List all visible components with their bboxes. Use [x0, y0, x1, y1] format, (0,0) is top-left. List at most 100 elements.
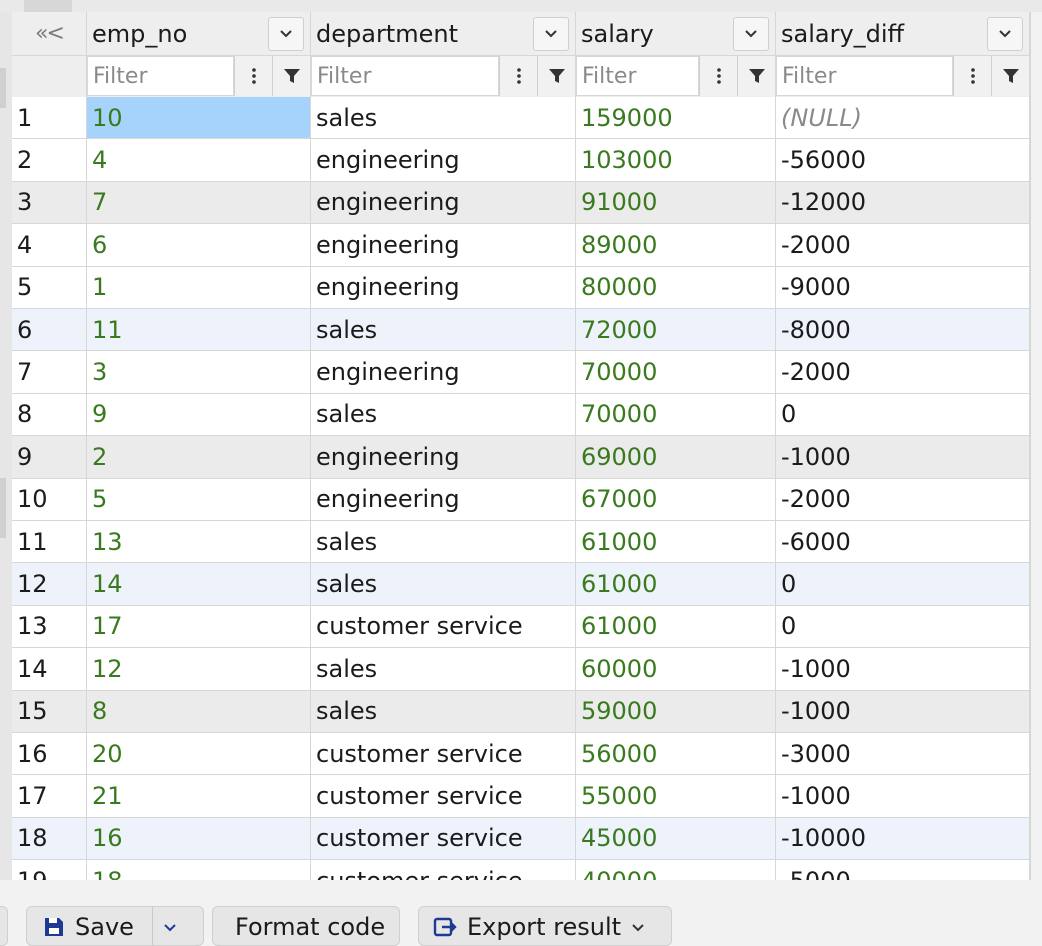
cell-emp-no[interactable]: 10	[87, 97, 311, 140]
cell-department[interactable]: sales	[311, 309, 576, 352]
row-number[interactable]: 5	[12, 266, 87, 309]
cell-emp-no[interactable]: 17	[87, 605, 311, 649]
cell-emp-no[interactable]: 6	[87, 224, 311, 267]
cell-salary-diff[interactable]: 0	[776, 605, 1030, 649]
table-row[interactable]: 8 9 sales 70000 0	[12, 393, 1030, 437]
filter-options-button[interactable]	[953, 56, 991, 96]
cell-emp-no[interactable]: 2	[87, 436, 311, 479]
row-number[interactable]: 11	[12, 521, 87, 564]
row-number[interactable]: 3	[12, 181, 87, 225]
row-number[interactable]: 15	[12, 690, 87, 733]
cell-salary-diff[interactable]: -6000	[776, 521, 1030, 564]
toolbar-partial-button[interactable]	[0, 906, 8, 946]
row-number[interactable]: 6	[12, 309, 87, 352]
row-number[interactable]: 12	[12, 563, 87, 606]
cell-emp-no[interactable]: 5	[87, 478, 311, 521]
cell-salary-diff[interactable]: -56000	[776, 139, 1030, 182]
cell-emp-no[interactable]: 13	[87, 521, 311, 564]
cell-department[interactable]: engineering	[311, 478, 576, 521]
cell-department[interactable]: engineering	[311, 139, 576, 182]
column-menu-button[interactable]	[987, 17, 1023, 51]
table-row[interactable]: 17 21 customer service 55000 -1000	[12, 775, 1030, 818]
column-header-emp-no[interactable]: emp_no	[87, 12, 311, 56]
cell-emp-no[interactable]: 3	[87, 351, 311, 394]
cell-department[interactable]: engineering	[311, 266, 576, 309]
column-menu-button[interactable]	[533, 17, 569, 51]
cell-salary-diff[interactable]: -1000	[776, 775, 1030, 818]
table-row[interactable]: 2 4 engineering 103000 -56000	[12, 139, 1030, 182]
cell-emp-no[interactable]: 7	[87, 181, 311, 225]
column-header-salary[interactable]: salary	[576, 12, 776, 56]
cell-salary-diff[interactable]: 0	[776, 563, 1030, 606]
filter-input[interactable]: Filter	[87, 56, 234, 96]
row-number[interactable]: 19	[12, 860, 87, 880]
cell-emp-no[interactable]: 9	[87, 393, 311, 437]
row-number[interactable]: 8	[12, 393, 87, 437]
top-tab[interactable]	[24, 0, 72, 12]
cell-salary[interactable]: 67000	[576, 478, 776, 521]
table-row[interactable]: 10 5 engineering 67000 -2000	[12, 478, 1030, 521]
cell-emp-no[interactable]: 14	[87, 563, 311, 606]
column-header-salary-diff[interactable]: salary_diff	[776, 12, 1030, 56]
cell-salary[interactable]: 91000	[576, 181, 776, 225]
cell-department[interactable]: customer service	[311, 817, 576, 861]
table-row[interactable]: 9 2 engineering 69000 -1000	[12, 436, 1030, 479]
row-number[interactable]: 9	[12, 436, 87, 479]
cell-salary-diff[interactable]: -10000	[776, 817, 1030, 861]
cell-salary[interactable]: 45000	[576, 817, 776, 861]
filter-options-button[interactable]	[499, 56, 537, 96]
cell-department[interactable]: engineering	[311, 224, 576, 267]
cell-salary[interactable]: 60000	[576, 648, 776, 691]
cell-salary-diff[interactable]: -9000	[776, 266, 1030, 309]
cell-department[interactable]: sales	[311, 521, 576, 564]
cell-emp-no[interactable]: 18	[87, 860, 311, 880]
cell-salary-diff[interactable]: -3000	[776, 733, 1030, 776]
column-menu-button[interactable]	[733, 17, 769, 51]
table-row[interactable]: 3 7 engineering 91000 -12000	[12, 181, 1030, 225]
table-row[interactable]: 16 20 customer service 56000 -3000	[12, 733, 1030, 776]
column-menu-button[interactable]	[268, 17, 304, 51]
row-number[interactable]: 7	[12, 351, 87, 394]
apply-filter-button[interactable]	[272, 56, 310, 96]
row-number[interactable]: 1	[12, 97, 87, 140]
cell-emp-no[interactable]: 21	[87, 775, 311, 818]
row-number[interactable]: 13	[12, 605, 87, 649]
cell-salary[interactable]: 159000	[576, 97, 776, 140]
row-number[interactable]: 14	[12, 648, 87, 691]
format-code-button[interactable]: Format code	[212, 906, 400, 946]
cell-department[interactable]: sales	[311, 690, 576, 733]
table-row[interactable]: 5 1 engineering 80000 -9000	[12, 266, 1030, 309]
save-button[interactable]: Save	[26, 906, 204, 946]
cell-salary[interactable]: 69000	[576, 436, 776, 479]
cell-emp-no[interactable]: 8	[87, 690, 311, 733]
cell-salary[interactable]: 70000	[576, 393, 776, 437]
cell-salary-diff[interactable]: -5000	[776, 860, 1030, 880]
cell-department[interactable]: sales	[311, 648, 576, 691]
table-row[interactable]: 6 11 sales 72000 -8000	[12, 309, 1030, 352]
cell-department[interactable]: sales	[311, 563, 576, 606]
filter-options-button[interactable]	[234, 56, 272, 96]
table-row[interactable]: 1 10 sales 159000 (NULL)	[12, 97, 1030, 140]
table-row[interactable]: 11 13 sales 61000 -6000	[12, 521, 1030, 564]
cell-salary[interactable]: 61000	[576, 521, 776, 564]
table-row[interactable]: 14 12 sales 60000 -1000	[12, 648, 1030, 691]
cell-emp-no[interactable]: 11	[87, 309, 311, 352]
cell-salary-diff[interactable]: -12000	[776, 181, 1030, 225]
collapse-columns-button[interactable]: «<	[12, 12, 87, 56]
cell-salary[interactable]: 72000	[576, 309, 776, 352]
cell-department[interactable]: customer service	[311, 605, 576, 649]
cell-salary[interactable]: 89000	[576, 224, 776, 267]
cell-salary[interactable]: 59000	[576, 690, 776, 733]
cell-salary[interactable]: 40000	[576, 860, 776, 880]
cell-salary-diff[interactable]: -2000	[776, 478, 1030, 521]
cell-salary-diff[interactable]: -1000	[776, 690, 1030, 733]
cell-department[interactable]: sales	[311, 97, 576, 140]
cell-department[interactable]: customer service	[311, 860, 576, 880]
cell-salary[interactable]: 70000	[576, 351, 776, 394]
cell-salary[interactable]: 80000	[576, 266, 776, 309]
cell-department[interactable]: customer service	[311, 775, 576, 818]
cell-salary[interactable]: 103000	[576, 139, 776, 182]
table-row[interactable]: 19 18 customer service 40000 -5000	[12, 860, 1030, 880]
cell-salary-diff[interactable]: -1000	[776, 648, 1030, 691]
filter-input[interactable]: Filter	[311, 56, 499, 96]
